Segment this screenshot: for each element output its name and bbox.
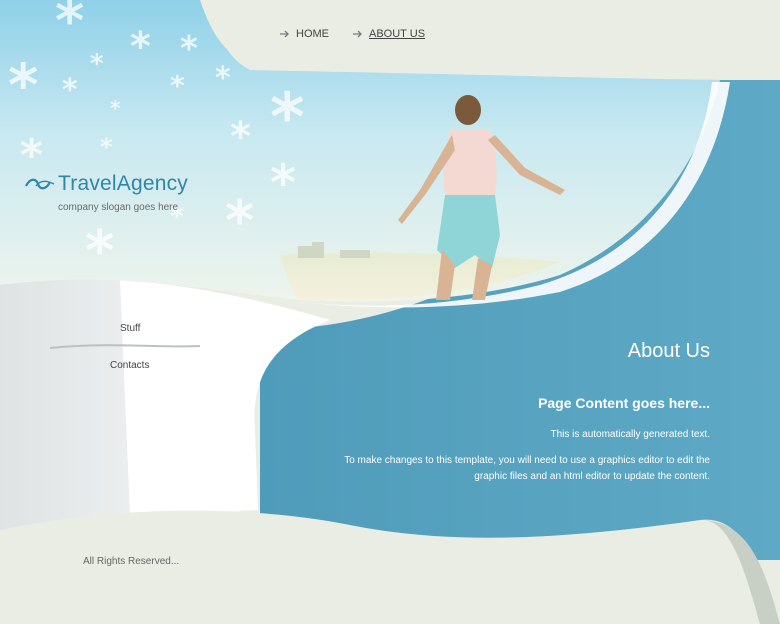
svg-text:*: * xyxy=(230,114,251,160)
svg-text:*: * xyxy=(215,61,231,96)
svg-text:*: * xyxy=(270,79,305,156)
svg-text:*: * xyxy=(55,0,84,54)
svg-text:*: * xyxy=(225,189,254,254)
svg-text:*: * xyxy=(62,73,78,108)
brand-name: TravelAgency xyxy=(58,172,189,195)
footer-copyright: All Rights Reserved... xyxy=(83,556,180,567)
content-paragraph: To make changes to this template, you wi… xyxy=(344,455,710,482)
nav-home-link[interactable]: HOME xyxy=(280,28,329,40)
sidebar-link-contacts[interactable]: Contacts xyxy=(110,360,149,371)
nav-home-label: HOME xyxy=(296,28,329,40)
svg-text:*: * xyxy=(110,96,121,120)
svg-text:*: * xyxy=(85,219,114,284)
page-title: About Us xyxy=(627,340,710,362)
svg-text:*: * xyxy=(20,130,43,181)
svg-text:*: * xyxy=(170,69,185,102)
sidebar-link-stuff[interactable]: Stuff xyxy=(120,323,140,334)
svg-text:*: * xyxy=(270,154,296,212)
page-canvas: * * * * * * * * * * * * * * * * * HOME A… xyxy=(0,0,780,624)
svg-text:*: * xyxy=(90,49,104,79)
svg-text:*: * xyxy=(130,24,151,70)
svg-text:*: * xyxy=(180,29,198,69)
arrow-right-icon xyxy=(353,30,362,38)
nav-about-us-link[interactable]: ABOUT US xyxy=(353,28,425,40)
content-paragraph: This is automatically generated text. xyxy=(550,429,710,440)
wave-logo-icon xyxy=(25,178,55,190)
background-artwork: * * * * * * * * * * * * * * * * * xyxy=(0,0,780,624)
svg-text:*: * xyxy=(100,133,113,161)
nav-about-us-label: ABOUT US xyxy=(369,28,426,40)
content-heading: Page Content goes here... xyxy=(538,395,710,411)
svg-text:*: * xyxy=(8,51,38,119)
arrow-right-icon xyxy=(280,30,289,38)
brand-slogan: company slogan goes here xyxy=(58,202,179,213)
